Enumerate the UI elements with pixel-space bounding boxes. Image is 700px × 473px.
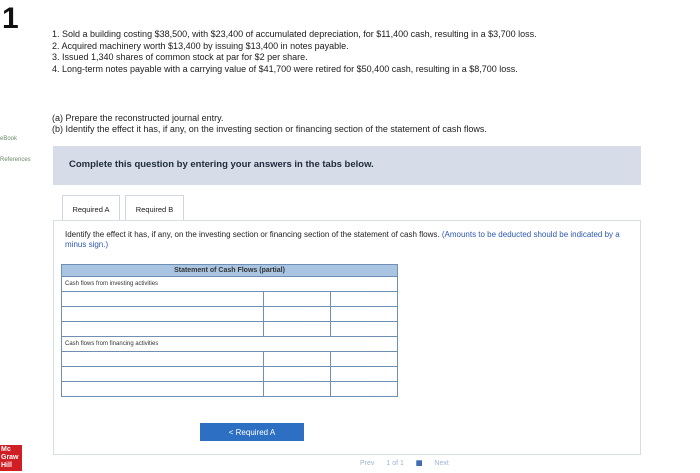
problem-list: 1. Sold a building costing $38,500, with… — [52, 29, 537, 75]
financing-desc-input[interactable] — [61, 366, 264, 382]
instruction-bar: Complete this question by entering your … — [53, 146, 641, 185]
financing-total-cell[interactable] — [330, 351, 398, 367]
next-button[interactable]: Next — [434, 460, 448, 467]
problem-item: 4. Long-term notes payable with a carryi… — [52, 63, 518, 74]
part-b: (b) Identify the effect it has, if any, … — [52, 124, 487, 134]
panel-instructions: Identify the effect it has, if any, on t… — [65, 230, 625, 250]
financing-desc-input[interactable] — [61, 381, 264, 397]
problem-item: 1. Sold a building costing $38,500, with… — [52, 29, 537, 39]
investing-desc-input[interactable] — [61, 291, 264, 307]
table-title: Statement of Cash Flows (partial) — [61, 264, 398, 277]
pager: Prev 1 of 1 ▦ Next — [360, 459, 459, 467]
investing-total-cell[interactable] — [330, 291, 398, 307]
investing-desc-input[interactable] — [61, 321, 264, 337]
investing-amount-input[interactable] — [263, 291, 331, 307]
tab-required-a[interactable]: Required A — [62, 195, 120, 221]
panel-prompt: Identify the effect it has, if any, on t… — [65, 230, 440, 239]
page-position: 1 of 1 — [386, 460, 404, 467]
investing-amount-input[interactable] — [263, 306, 331, 322]
financing-desc-input[interactable] — [61, 351, 264, 367]
financing-total-cell[interactable] — [330, 381, 398, 397]
financing-label: Cash flows from financing activities — [61, 336, 398, 352]
problem-item: 2. Acquired machinery worth $13,400 by i… — [52, 40, 349, 51]
investing-total-cell[interactable] — [330, 321, 398, 337]
left-rail: 1 eBook References Mc Graw Hill — [0, 0, 38, 473]
investing-total-cell[interactable] — [330, 306, 398, 322]
prev-button[interactable]: Prev — [360, 460, 374, 467]
mcgraw-hill-logo: Mc Graw Hill — [0, 445, 22, 471]
financing-amount-input[interactable] — [263, 366, 331, 382]
problem-item: 3. Issued 1,340 shares of common stock a… — [52, 52, 308, 62]
question-parts: (a) Prepare the reconstructed journal en… — [52, 113, 487, 135]
cash-flow-table: Statement of Cash Flows (partial) Cash f… — [61, 264, 398, 397]
tab-required-b[interactable]: Required B — [125, 195, 184, 221]
ebook-link[interactable]: eBook — [0, 136, 17, 142]
investing-amount-input[interactable] — [263, 321, 331, 337]
part-a: (a) Prepare the reconstructed journal en… — [52, 113, 224, 123]
page-number: 1 — [2, 2, 19, 35]
investing-desc-input[interactable] — [61, 306, 264, 322]
investing-label: Cash flows from investing activities — [61, 276, 398, 292]
financing-amount-input[interactable] — [263, 351, 331, 367]
required-a-button[interactable]: < Required A — [200, 423, 304, 441]
references-link[interactable]: References — [0, 157, 31, 163]
financing-total-cell[interactable] — [330, 366, 398, 382]
grid-icon[interactable]: ▦ — [416, 460, 423, 467]
financing-amount-input[interactable] — [263, 381, 331, 397]
